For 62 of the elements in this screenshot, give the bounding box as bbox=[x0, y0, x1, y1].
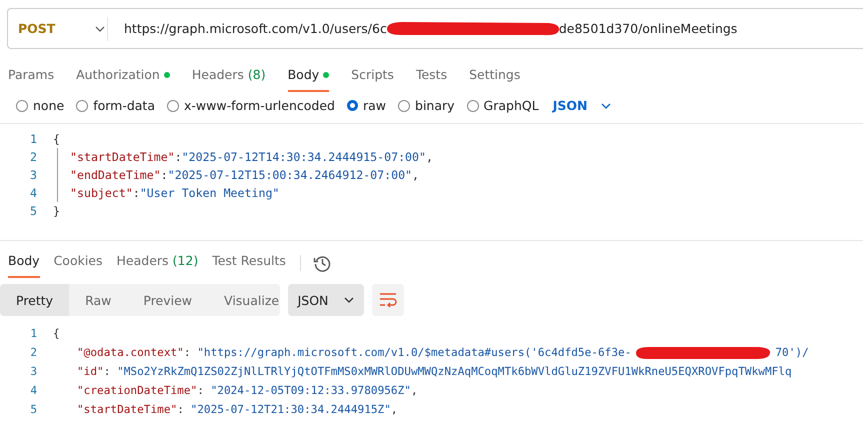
chevron-down-icon bbox=[344, 297, 354, 303]
format-dropdown[interactable]: JSON bbox=[552, 98, 612, 113]
code-line: "startDateTime":"2025-07-12T14:30:34.2444915-07:00", bbox=[57, 148, 433, 166]
code-text: "id" bbox=[77, 365, 104, 378]
code-text: : bbox=[177, 403, 185, 416]
request-tab[interactable]: Settings bbox=[469, 61, 520, 92]
code-text: : bbox=[184, 346, 192, 359]
body-type-radio[interactable]: none bbox=[16, 98, 64, 113]
response-tab[interactable]: Cookies bbox=[54, 247, 103, 278]
code-text: "2025-07-12T21:30:34.2444915Z" bbox=[190, 403, 391, 416]
url-text[interactable]: https://graph.microsoft.com/v1.0/users/6c bbox=[124, 21, 387, 36]
body-type-radio[interactable]: form-data bbox=[76, 98, 155, 113]
body-type-radio[interactable]: x-www-form-urlencoded bbox=[167, 98, 335, 113]
request-tab[interactable]: Scripts bbox=[351, 61, 394, 92]
line-number: 2 bbox=[29, 346, 37, 359]
code-text: "startDateTime" bbox=[77, 403, 178, 416]
body-type-radio[interactable]: binary bbox=[398, 98, 455, 113]
response-tab[interactable]: Body bbox=[8, 247, 40, 278]
view-mode-tab[interactable]: Preview bbox=[127, 284, 208, 316]
code-text: , bbox=[390, 403, 398, 416]
line-number: 3 bbox=[29, 168, 37, 182]
request-tab[interactable]: Params bbox=[8, 61, 54, 92]
method-dropdown[interactable]: POST bbox=[8, 16, 108, 40]
code-text: { bbox=[53, 327, 60, 340]
code-text: "2024-12-05T09:12:33.9780956Z" bbox=[210, 384, 411, 397]
line-number: 5 bbox=[29, 204, 37, 218]
line-number: 4 bbox=[29, 186, 37, 200]
view-mode-tab[interactable]: Pretty bbox=[0, 284, 70, 316]
url-text[interactable]: de8501d370/onlineMeetings bbox=[558, 21, 738, 36]
response-tab[interactable]: Headers (12) bbox=[116, 247, 198, 278]
line-number: 4 bbox=[29, 384, 37, 397]
history-icon[interactable] bbox=[312, 254, 331, 272]
code-text: 70')/ bbox=[775, 346, 809, 359]
code-text: , bbox=[410, 384, 418, 397]
code-text: "MSo2YzRkZmQ1ZS02ZjNlLTRlYjQtOTFmMS0xMWRlODUwMWQzNzAqMCoqMTk6bWVldGluZ19ZVFU1WkRneU5EQXROVFpqTWkwMFlq bbox=[117, 365, 792, 378]
line-number: 3 bbox=[29, 365, 37, 378]
wrap-icon bbox=[379, 292, 397, 308]
line-number: 5 bbox=[29, 403, 37, 416]
chevron-down-icon bbox=[601, 102, 612, 108]
code-line: "endDateTime":"2025-07-12T15:00:34.2464912-07:00", bbox=[57, 166, 420, 184]
line-number: 1 bbox=[29, 132, 37, 146]
code-text: "https://graph.microsoft.com/v1.0/$metadata#users('6c4dfd5e-6f3e- bbox=[197, 346, 632, 359]
request-tab[interactable]: Tests bbox=[416, 61, 448, 92]
body-type-radio[interactable]: GraphQL bbox=[466, 98, 539, 113]
code-text: "@odata.context" bbox=[77, 346, 184, 359]
code-text: "creationDateTime" bbox=[77, 384, 198, 397]
code-line: "subject":"User Token Meeting" bbox=[57, 184, 280, 202]
wrap-lines-button[interactable] bbox=[372, 284, 404, 316]
body-type-radio[interactable]: raw bbox=[346, 98, 386, 113]
code-line: { bbox=[53, 132, 60, 146]
format-dropdown[interactable]: JSON bbox=[288, 284, 364, 316]
view-mode-tab[interactable]: Raw bbox=[69, 284, 128, 316]
request-tab[interactable]: Headers (8) bbox=[192, 61, 266, 92]
line-number: 1 bbox=[29, 327, 37, 340]
response-tab[interactable]: Test Results bbox=[212, 247, 286, 278]
code-text: : bbox=[197, 384, 205, 397]
chevron-down-icon bbox=[95, 26, 106, 32]
code-text: : bbox=[104, 365, 112, 378]
line-number: 2 bbox=[29, 150, 37, 164]
code-line: } bbox=[53, 204, 60, 218]
request-tab[interactable]: Authorization bbox=[76, 61, 170, 92]
request-tab[interactable]: Body bbox=[288, 61, 330, 92]
